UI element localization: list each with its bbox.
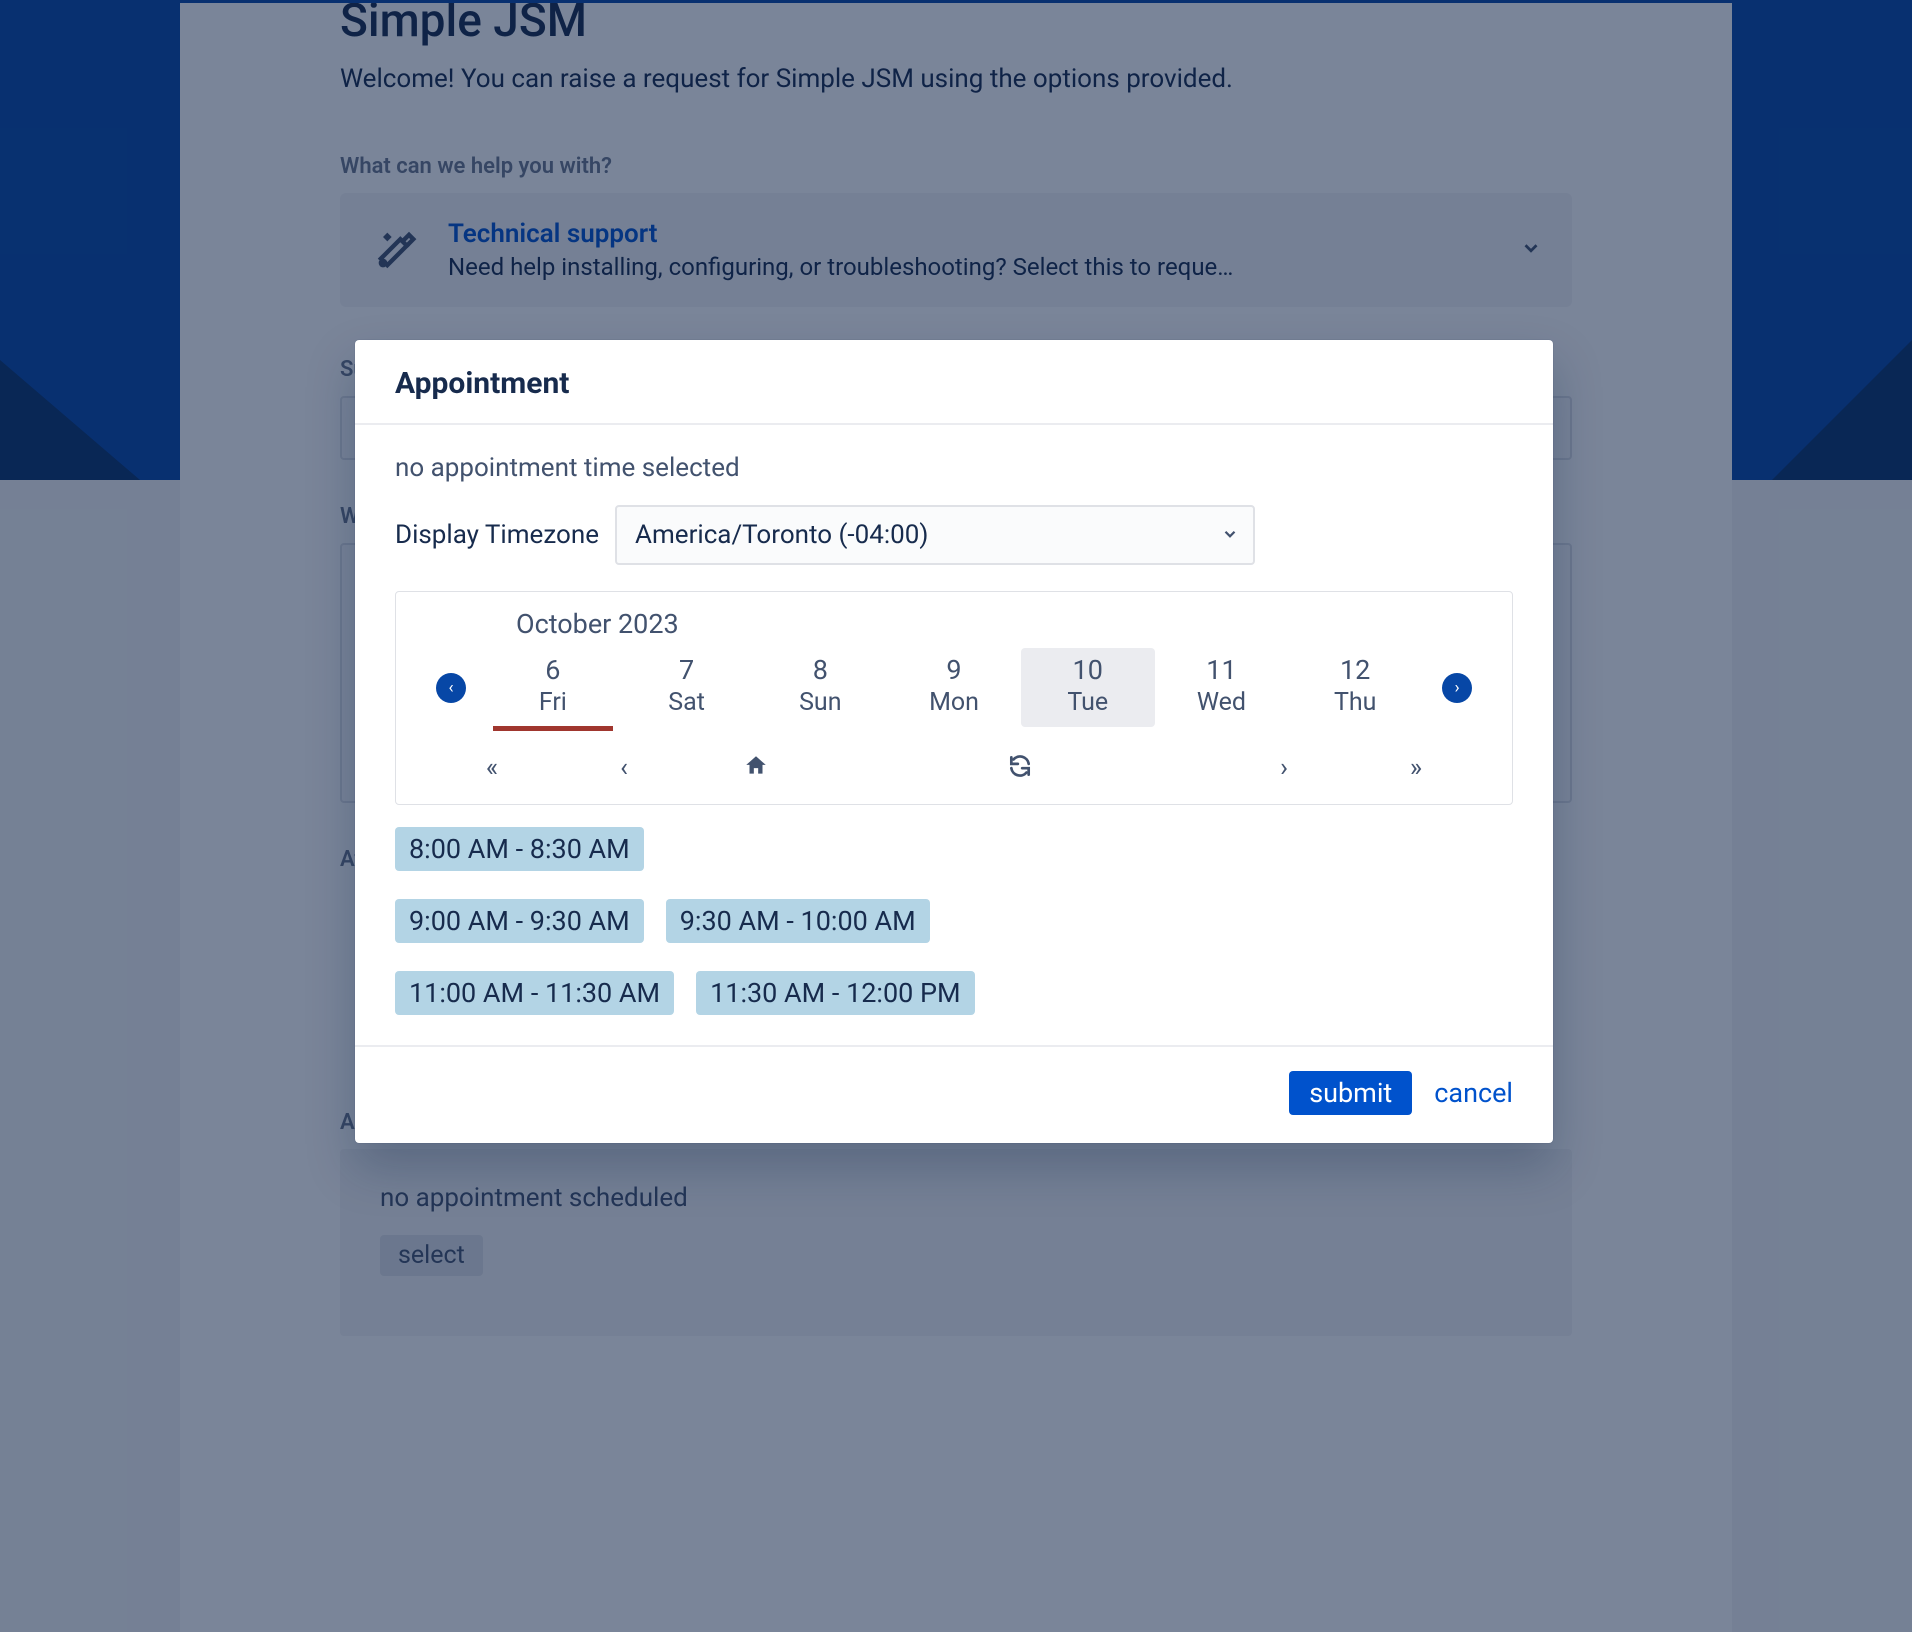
calendar-day-number: 7 (620, 654, 754, 686)
calendar-month-label: October 2023 (396, 592, 1512, 648)
calendar-day-name: Sun (753, 688, 887, 717)
modal-no-selection: no appointment time selected (395, 453, 1513, 483)
home-icon (743, 753, 769, 779)
submit-button[interactable]: submit (1289, 1071, 1412, 1115)
time-slots: 8:00 AM - 8:30 AM 9:00 AM - 9:30 AM 9:30 A… (395, 827, 1513, 1015)
calendar-day-name: Sat (620, 688, 754, 717)
calendar-day-name: Wed (1155, 688, 1289, 717)
chevron-left-icon: ‹ (436, 673, 466, 703)
calendar-next-button[interactable]: › (1422, 648, 1492, 727)
calendar-day-number: 11 (1155, 654, 1289, 686)
calendar-day-number: 6 (486, 654, 620, 686)
calendar-prev-button[interactable]: ‹ (416, 648, 486, 727)
time-slot[interactable]: 9:00 AM - 9:30 AM (395, 899, 644, 943)
appointment-modal: Appointment no appointment time selected… (355, 340, 1553, 1143)
timezone-value: America/Toronto (-04:00) (635, 520, 928, 550)
calendar-day[interactable]: 8Sun (753, 648, 887, 727)
calendar-today-button[interactable] (690, 753, 822, 786)
time-slot[interactable]: 11:30 AM - 12:00 PM (696, 971, 975, 1015)
calendar-day[interactable]: 12Thu (1288, 648, 1422, 727)
calendar: October 2023 ‹ 6Fri7Sat8Sun9Mon10Tue11We… (395, 591, 1513, 805)
calendar-fast-next-button[interactable]: » (1350, 753, 1482, 786)
time-slot[interactable]: 11:00 AM - 11:30 AM (395, 971, 674, 1015)
double-chevron-left-icon: « (486, 753, 498, 783)
calendar-day-name: Thu (1288, 688, 1422, 717)
calendar-fast-prev-button[interactable]: « (426, 753, 558, 786)
chevron-left-icon: ‹ (620, 753, 628, 783)
timezone-select[interactable]: America/Toronto (-04:00) (615, 505, 1255, 565)
chevron-right-icon: › (1442, 673, 1472, 703)
calendar-step-prev-button[interactable]: ‹ (558, 753, 690, 786)
calendar-day-name: Mon (887, 688, 1021, 717)
calendar-day-name: Fri (486, 688, 620, 717)
calendar-day[interactable]: 6Fri (486, 648, 620, 727)
timezone-label: Display Timezone (395, 520, 599, 550)
calendar-step-next-button[interactable]: › (1218, 753, 1350, 786)
chevron-down-icon (1221, 520, 1239, 550)
modal-title: Appointment (355, 340, 1553, 425)
time-slot[interactable]: 9:30 AM - 10:00 AM (666, 899, 930, 943)
cancel-button[interactable]: cancel (1434, 1077, 1513, 1109)
calendar-day-number: 12 (1288, 654, 1422, 686)
time-slot[interactable]: 8:00 AM - 8:30 AM (395, 827, 644, 871)
double-chevron-right-icon: » (1410, 753, 1422, 783)
calendar-day[interactable]: 7Sat (620, 648, 754, 727)
calendar-refresh-button[interactable] (954, 753, 1086, 786)
calendar-day-number: 9 (887, 654, 1021, 686)
calendar-day-number: 8 (753, 654, 887, 686)
refresh-icon (1007, 753, 1033, 779)
chevron-right-icon: › (1280, 753, 1288, 783)
calendar-day-name: Tue (1021, 688, 1155, 717)
calendar-day-number: 10 (1021, 654, 1155, 686)
calendar-day[interactable]: 9Mon (887, 648, 1021, 727)
calendar-day[interactable]: 11Wed (1155, 648, 1289, 727)
calendar-day[interactable]: 10Tue (1021, 648, 1155, 727)
